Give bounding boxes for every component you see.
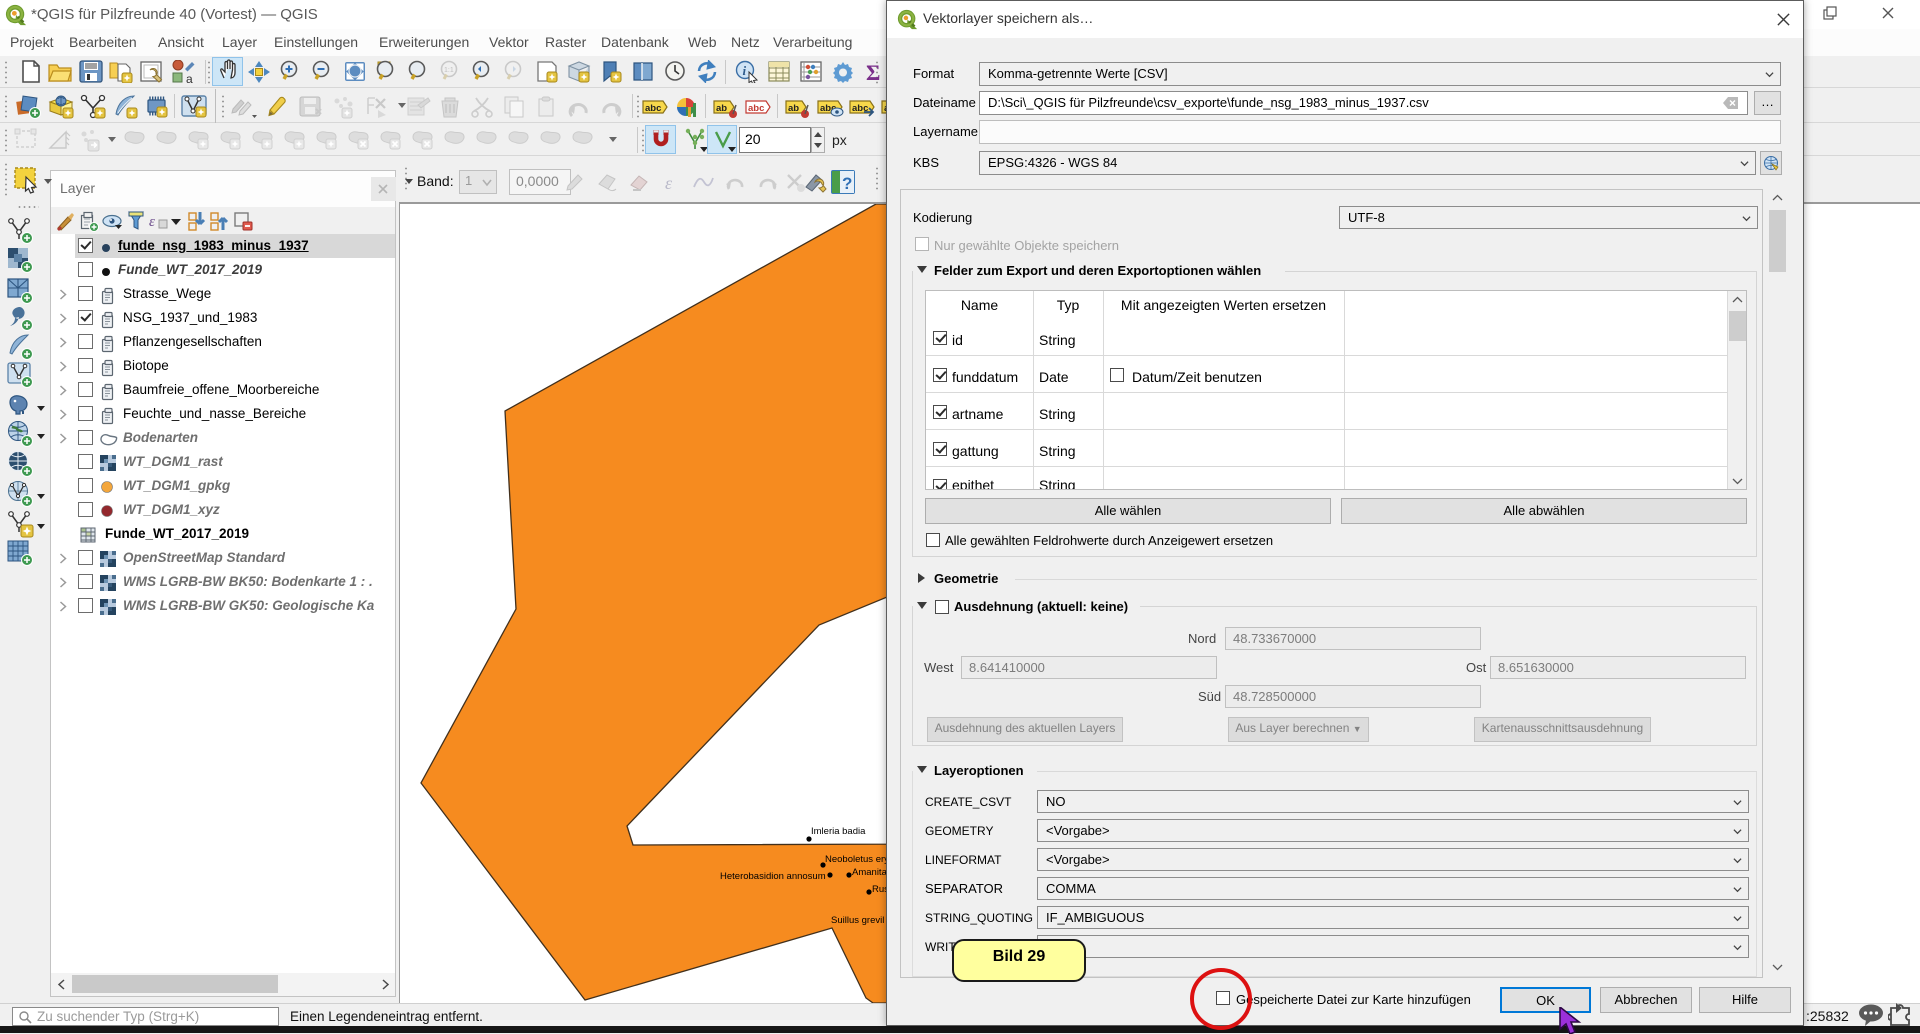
svg-text:1:1: 1:1	[444, 67, 454, 74]
svg-text:Σ: Σ	[866, 60, 880, 83]
svg-text:Heterobasidion annosum: Heterobasidion annosum	[720, 871, 826, 882]
svg-text:?: ?	[842, 174, 852, 193]
svg-text:Amanita: Amanita	[852, 867, 888, 878]
svg-text:i: i	[743, 63, 747, 78]
svg-text:Neoboletus ery: Neoboletus ery	[825, 854, 889, 865]
svg-text:ε: ε	[149, 214, 155, 230]
svg-text:Imleria badia: Imleria badia	[811, 826, 866, 837]
svg-text:ε: ε	[665, 173, 673, 193]
svg-text:abc: abc	[748, 103, 764, 114]
svg-text:abc: abc	[645, 103, 661, 114]
svg-text:a: a	[186, 72, 193, 83]
svg-text:Suillus grevil: Suillus grevil	[831, 915, 884, 926]
